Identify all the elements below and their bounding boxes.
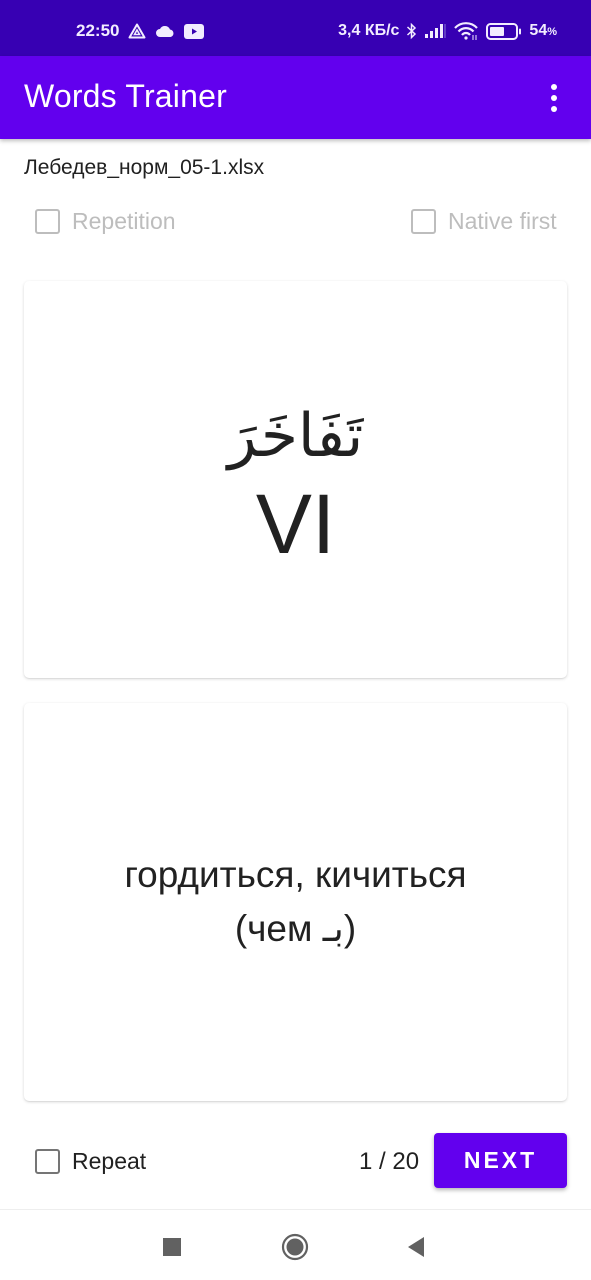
more-dot [551, 84, 557, 90]
checkbox-box[interactable] [35, 209, 60, 234]
status-time: 22:50 [76, 21, 120, 40]
cloud-icon [155, 24, 175, 38]
repetition-label: Repetition [72, 208, 176, 234]
bluetooth-icon [406, 22, 417, 40]
system-nav-bar [0, 1209, 591, 1280]
signal-icon [424, 23, 446, 39]
network-speed: 3,4 КБ/с [338, 22, 400, 39]
status-bar: 22:50 3,4 КБ/с 54% [0, 0, 591, 56]
native-first-label: Native first [448, 208, 557, 234]
progress-counter: 1 / 20 [359, 1148, 420, 1175]
home-icon[interactable] [280, 1232, 310, 1262]
delta-triangle-icon [128, 23, 146, 39]
app-bar: Words Trainer [0, 56, 591, 139]
next-button[interactable]: NEXT [434, 1133, 567, 1188]
youtube-icon [184, 23, 205, 39]
more-vert-icon[interactable] [537, 80, 571, 116]
battery-percent-symbol: % [547, 26, 557, 38]
foreign-word-card[interactable]: تَفَاخَرَ VI [24, 281, 567, 678]
status-right: 3,4 КБ/с 54% [338, 21, 557, 41]
battery-percent-value: 54 [529, 22, 548, 39]
recents-icon[interactable] [157, 1232, 187, 1262]
checkbox-box[interactable] [35, 1149, 60, 1174]
file-name: Лебедев_норм_05-1.xlsx [24, 156, 265, 179]
app-title: Words Trainer [24, 78, 227, 114]
arabic-word: تَفَاخَرَ [227, 401, 364, 472]
native-first-checkbox[interactable]: Native first [411, 208, 557, 235]
translation-line-1: гордиться, кичиться [124, 854, 467, 896]
battery-percent: 54% [529, 22, 557, 40]
repeat-checkbox[interactable]: Repeat [35, 1148, 146, 1175]
verb-form: VI [255, 477, 336, 572]
repetition-checkbox[interactable]: Repetition [35, 208, 176, 235]
translation-card[interactable]: гордиться, кичиться (чем بـ) [24, 703, 567, 1101]
back-icon[interactable] [401, 1232, 431, 1262]
repeat-label: Repeat [72, 1148, 147, 1174]
translation-line-2: (чем بـ) [234, 908, 357, 949]
battery-icon [486, 22, 522, 40]
status-left: 22:50 [76, 21, 205, 41]
checkbox-box[interactable] [411, 209, 436, 234]
translation-text: гордиться, кичиться (чем بـ) [124, 848, 466, 955]
more-dot [551, 106, 557, 112]
wifi-icon [453, 21, 479, 41]
more-dot [551, 95, 557, 101]
